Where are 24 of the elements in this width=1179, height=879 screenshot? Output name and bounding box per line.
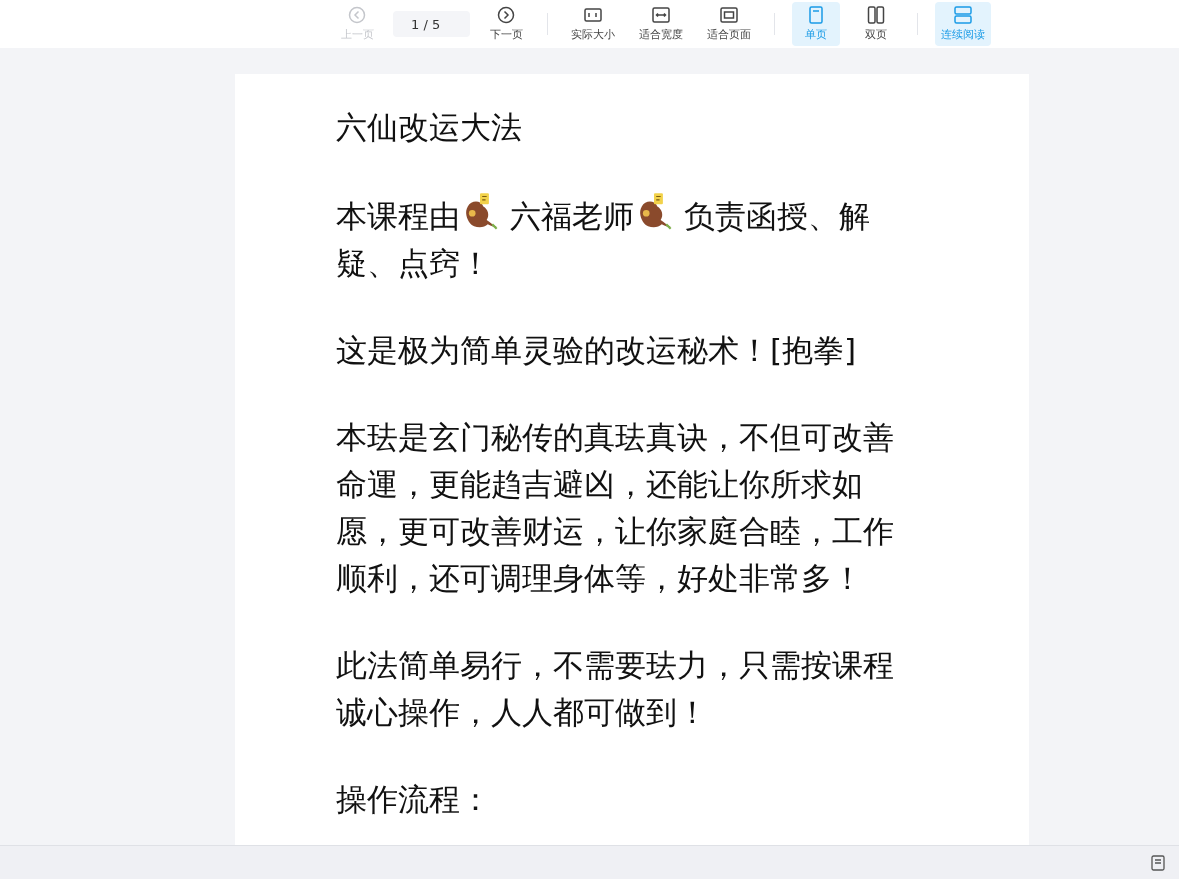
paragraph-text: 负责函授、解 [682, 198, 870, 234]
paragraph-text: 本课程由 [336, 198, 460, 234]
continuous-icon [954, 6, 972, 24]
paragraph-text: 此法简单易行，不需要珐力，只需按课程诚心操作，人人都可做到！ [336, 647, 894, 730]
paragraph-text: 六仙改运大法 [336, 109, 522, 145]
toolbar-button[interactable]: 下一页 [482, 2, 530, 46]
toolbar-button[interactable]: 实际大小 [565, 2, 621, 46]
paragraph-text: 本珐是玄门秘传的真珐真诀，不但可改善命運，更能趋吉避凶，还能让你所求如愿，更可改善财运，让你家庭合睦，工作顺利，还可调理身体等，好处非常多！ [336, 419, 894, 596]
paragraph-text: 疑、点窍！ [336, 245, 491, 281]
fit-page-icon [720, 6, 738, 24]
page-number-field[interactable]: 1 / 5 [393, 11, 470, 37]
toolbar-button[interactable]: 双页 [852, 2, 900, 46]
single-page-icon [807, 6, 825, 24]
left-circle-icon [348, 6, 366, 24]
paragraph-text: 这是极为简单灵验的改运秘术！[抱拳] [336, 332, 857, 368]
actual-size-icon [584, 6, 602, 24]
fit-width-icon [652, 6, 670, 24]
toolbar-button[interactable]: 适合页面 [701, 2, 757, 46]
right-circle-icon [497, 6, 515, 24]
double-page-icon [867, 6, 885, 24]
paragraph-text: 六福老师 [508, 198, 634, 234]
paragraph-text: 操作流程： [336, 781, 491, 817]
page-view-icon[interactable] [1151, 854, 1165, 871]
toolbar-button[interactable]: 适合宽度 [633, 2, 689, 46]
